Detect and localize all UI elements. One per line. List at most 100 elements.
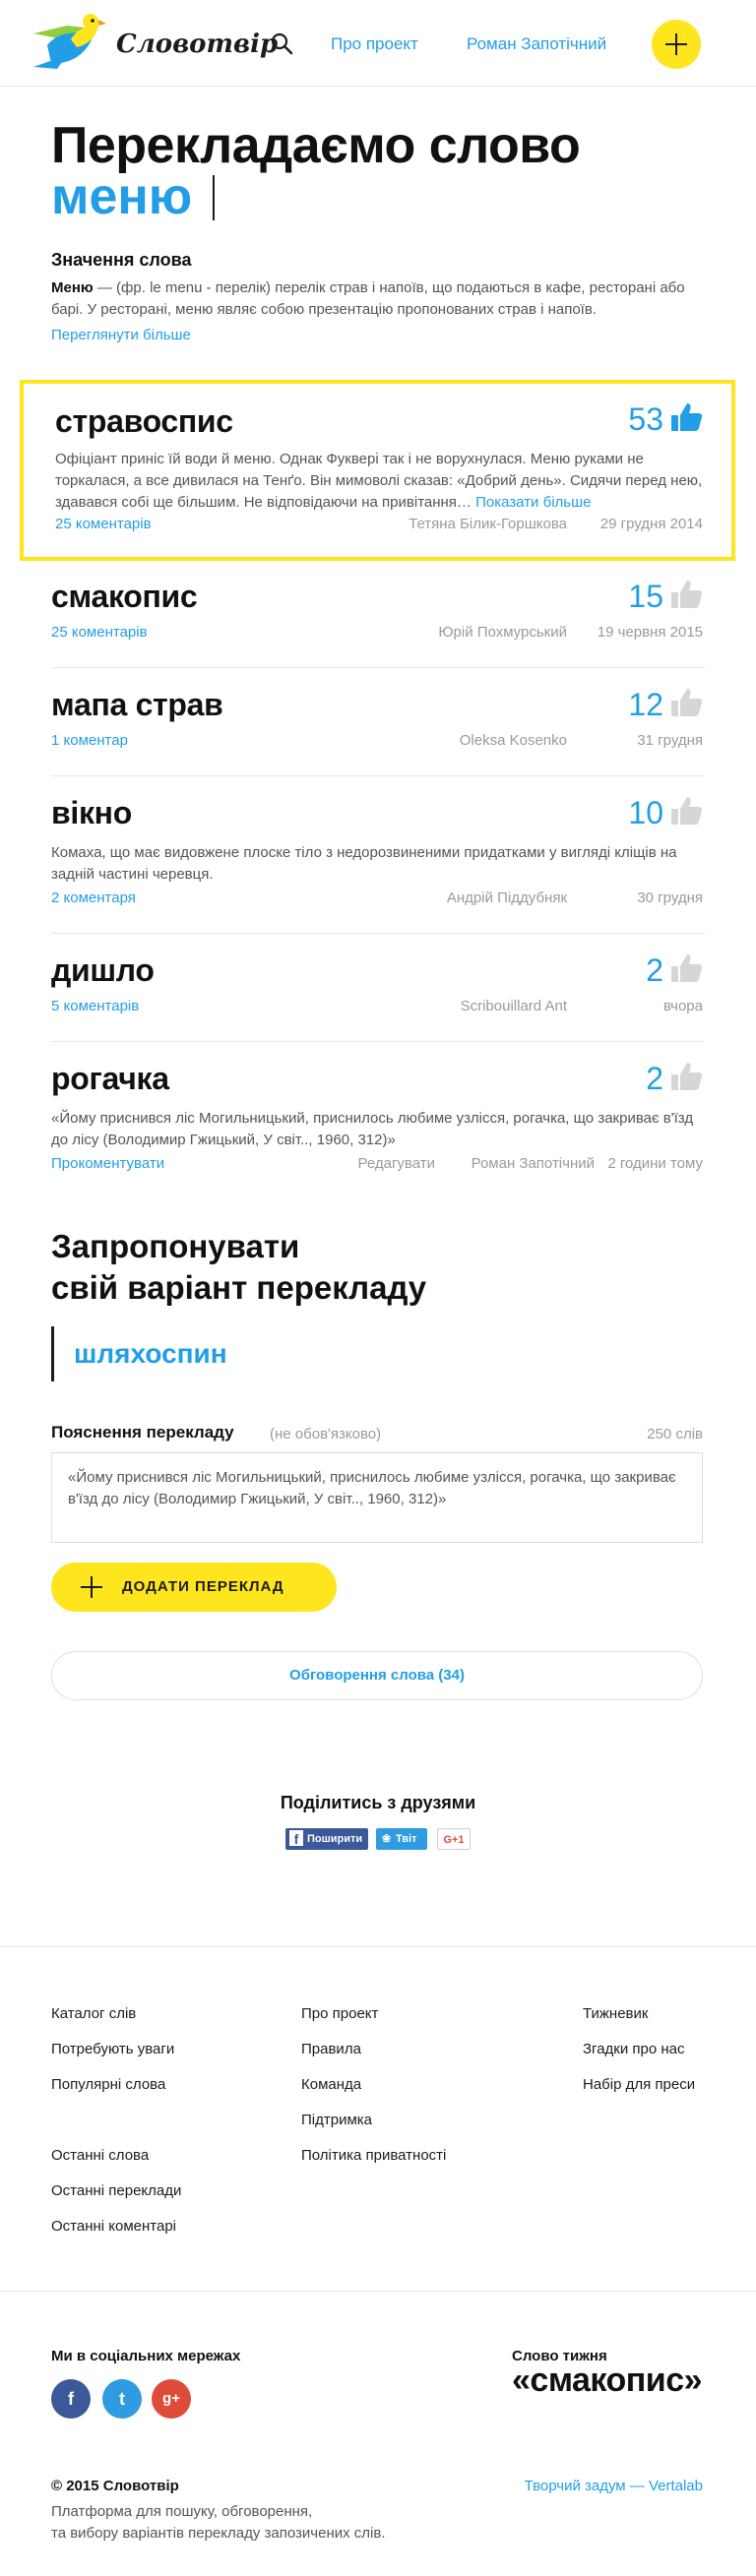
footer-link-about[interactable]: Про проект bbox=[301, 2005, 378, 2022]
vote-count: 12 bbox=[628, 687, 663, 722]
google-plus-icon[interactable]: g+ bbox=[152, 2379, 191, 2419]
platform-line1: Платформа для пошуку, обговорення, bbox=[51, 2503, 313, 2520]
meaning-definition: — (фр. le menu - перелік) перелік страв … bbox=[51, 279, 685, 318]
footer-link-catalog[interactable]: Каталог слів bbox=[51, 2005, 136, 2022]
add-word-button[interactable] bbox=[652, 20, 701, 69]
author-name[interactable]: Oleksa Kosenko bbox=[348, 732, 567, 749]
explanation-optional-note: (не обов'язково) bbox=[270, 1426, 382, 1442]
translation-word[interactable]: рогачка bbox=[51, 1061, 169, 1097]
translation-word[interactable]: смакопис bbox=[51, 579, 198, 615]
footer-link-press-kit[interactable]: Набір для преси bbox=[583, 2076, 695, 2093]
comments-link[interactable]: 25 коментарів bbox=[51, 624, 148, 641]
twitter-icon[interactable]: t bbox=[102, 2379, 142, 2419]
footer-link-rules[interactable]: Правила bbox=[301, 2041, 361, 2057]
nav-novel-link[interactable]: Роман Запотічний bbox=[467, 34, 606, 54]
footer-link-weekly[interactable]: Тижневик bbox=[583, 2005, 648, 2022]
suggest-heading: Запропонувати свій варіант перекладу bbox=[51, 1226, 426, 1309]
thumbs-up-icon[interactable] bbox=[669, 579, 703, 610]
author-name[interactable]: Тетяна Білик-Горшкова bbox=[348, 516, 567, 532]
translation-description: «Йому приснився ліс Могильницький, присн… bbox=[51, 1110, 694, 1148]
nav-about-link[interactable]: Про проект bbox=[331, 34, 418, 54]
facebook-share-label: Поширити bbox=[307, 1833, 363, 1845]
word-limit-counter: 250 слів bbox=[647, 1426, 703, 1442]
translation-card: вікно 10 Комаха, що має видовжене плоске… bbox=[20, 781, 735, 925]
logo-text[interactable]: Словотвір bbox=[116, 30, 278, 59]
comments-link[interactable]: 25 коментарів bbox=[55, 516, 152, 532]
translation-card: мапа страв 12 1 коментар Oleksa Kosenko … bbox=[20, 673, 735, 767]
post-date: 19 червня 2015 bbox=[597, 624, 703, 641]
footer-divider bbox=[0, 2291, 756, 2292]
post-date: 30 грудня bbox=[637, 889, 703, 906]
thumbs-up-icon[interactable] bbox=[669, 687, 703, 718]
edit-link[interactable]: Редагувати bbox=[315, 1155, 436, 1172]
bird-logo-icon[interactable] bbox=[28, 12, 112, 75]
translation-card: смакопис 15 25 коментарів Юрій Похмурськ… bbox=[20, 565, 735, 659]
footer-link-latest-comments[interactable]: Останні коментарі bbox=[51, 2218, 176, 2235]
translated-word: меню bbox=[51, 168, 193, 225]
footer-link-support[interactable]: Підтримка bbox=[301, 2112, 372, 2128]
translation-word[interactable]: вікно bbox=[51, 795, 132, 831]
show-more-link[interactable]: Показати більше bbox=[475, 494, 591, 511]
suggest-heading-line2: свій варіант перекладу bbox=[51, 1269, 427, 1306]
social-heading: Ми в соціальних мережах bbox=[51, 2348, 241, 2364]
facebook-icon[interactable]: f bbox=[51, 2379, 91, 2419]
card-divider bbox=[51, 667, 705, 668]
author-name[interactable]: Роман Запотічний bbox=[437, 1155, 595, 1172]
translation-card: рогачка 2 «Йому приснився ліс Могильниць… bbox=[20, 1047, 735, 1191]
search-icon[interactable] bbox=[270, 31, 293, 55]
footer-link-latest-translations[interactable]: Останні переклади bbox=[51, 2182, 181, 2199]
copyright: © 2015 Словотвір bbox=[51, 2478, 179, 2494]
footer-link-popular[interactable]: Популярні слова bbox=[51, 2076, 165, 2093]
facebook-share-button[interactable]: Поширити bbox=[285, 1828, 368, 1850]
vote-count: 2 bbox=[646, 952, 663, 988]
author-name[interactable]: Андрій Піддубняк bbox=[348, 889, 567, 906]
translation-card: стравоспис 53 Офіціант приніс їй води й … bbox=[20, 380, 735, 561]
translation-card: дишло 2 5 коментарів Scribouillard Ant в… bbox=[20, 939, 735, 1033]
discussion-button[interactable]: Обговорення слова (34) bbox=[51, 1651, 703, 1700]
post-date: вчора bbox=[662, 998, 703, 1014]
translation-description: Комаха, що має видовжене плоске тіло з н… bbox=[51, 844, 677, 883]
post-date: 2 години тому bbox=[607, 1155, 703, 1172]
translation-input[interactable]: шляхоспин bbox=[51, 1326, 425, 1381]
explanation-value[interactable]: «Йому приснився ліс Могильницький, присн… bbox=[68, 1467, 678, 1510]
footer-link-privacy[interactable]: Політика приватності bbox=[301, 2147, 446, 2164]
vote-count: 2 bbox=[646, 1061, 663, 1096]
vote-count: 10 bbox=[628, 795, 663, 830]
footer-link-needs-attention[interactable]: Потребують уваги bbox=[51, 2041, 174, 2057]
post-date: 29 грудня 2014 bbox=[599, 516, 703, 532]
comments-link[interactable]: 2 коментаря bbox=[51, 889, 136, 906]
comment-link[interactable]: Прокоментувати bbox=[51, 1155, 164, 1172]
card-divider bbox=[51, 775, 705, 776]
footer-link-team[interactable]: Команда bbox=[301, 2076, 361, 2093]
author-name[interactable]: Юрій Похмурський bbox=[348, 624, 567, 641]
author-name[interactable]: Scribouillard Ant bbox=[348, 998, 567, 1014]
explanation-label: Пояснення перекладу bbox=[51, 1423, 234, 1441]
thumbs-up-icon[interactable] bbox=[669, 1061, 703, 1092]
footer-divider bbox=[0, 1946, 756, 1947]
page-title: Перекладаємо слово bbox=[51, 117, 581, 174]
footer-link-mentions[interactable]: Згадки про нас bbox=[583, 2041, 685, 2057]
translation-word[interactable]: дишло bbox=[51, 952, 155, 989]
add-translation-button[interactable]: ДОДАТИ ПЕРЕКЛАД bbox=[51, 1563, 337, 1612]
suggest-heading-line1: Запропонувати bbox=[51, 1228, 300, 1264]
twitter-share-label: Твіт bbox=[396, 1833, 417, 1845]
translation-word[interactable]: стравоспис bbox=[55, 403, 233, 440]
twitter-share-button[interactable]: Твіт bbox=[376, 1828, 427, 1850]
platform-line2: та вибору варіантів перекладу запозичени… bbox=[51, 2525, 386, 2542]
gplus-share-button[interactable]: G+1 bbox=[437, 1828, 471, 1850]
translation-input-value[interactable]: шляхоспин bbox=[74, 1338, 227, 1370]
view-more-link[interactable]: Переглянути більше bbox=[51, 327, 191, 343]
thumbs-up-icon[interactable] bbox=[669, 952, 703, 984]
footer-link-latest-words[interactable]: Останні слова bbox=[51, 2147, 149, 2164]
credit-link[interactable]: Творчий задум — Vertalab bbox=[433, 2478, 703, 2494]
comments-link[interactable]: 5 коментарів bbox=[51, 998, 139, 1014]
vote-count: 53 bbox=[628, 401, 663, 437]
comments-link[interactable]: 1 коментар bbox=[51, 732, 128, 749]
translation-description: Офіціант приніс їй води й меню. Однак Фу… bbox=[55, 449, 705, 514]
thumbs-up-icon[interactable] bbox=[669, 401, 703, 433]
thumbs-up-icon[interactable] bbox=[669, 795, 703, 827]
explanation-textarea[interactable]: «Йому приснився ліс Могильницький, присн… bbox=[51, 1452, 703, 1543]
description-text: Офіціант приніс їй води й меню. Однак Фу… bbox=[55, 451, 703, 511]
word-of-week-link[interactable]: «смакопис» bbox=[512, 2361, 703, 2400]
translation-word[interactable]: мапа страв bbox=[51, 687, 223, 723]
